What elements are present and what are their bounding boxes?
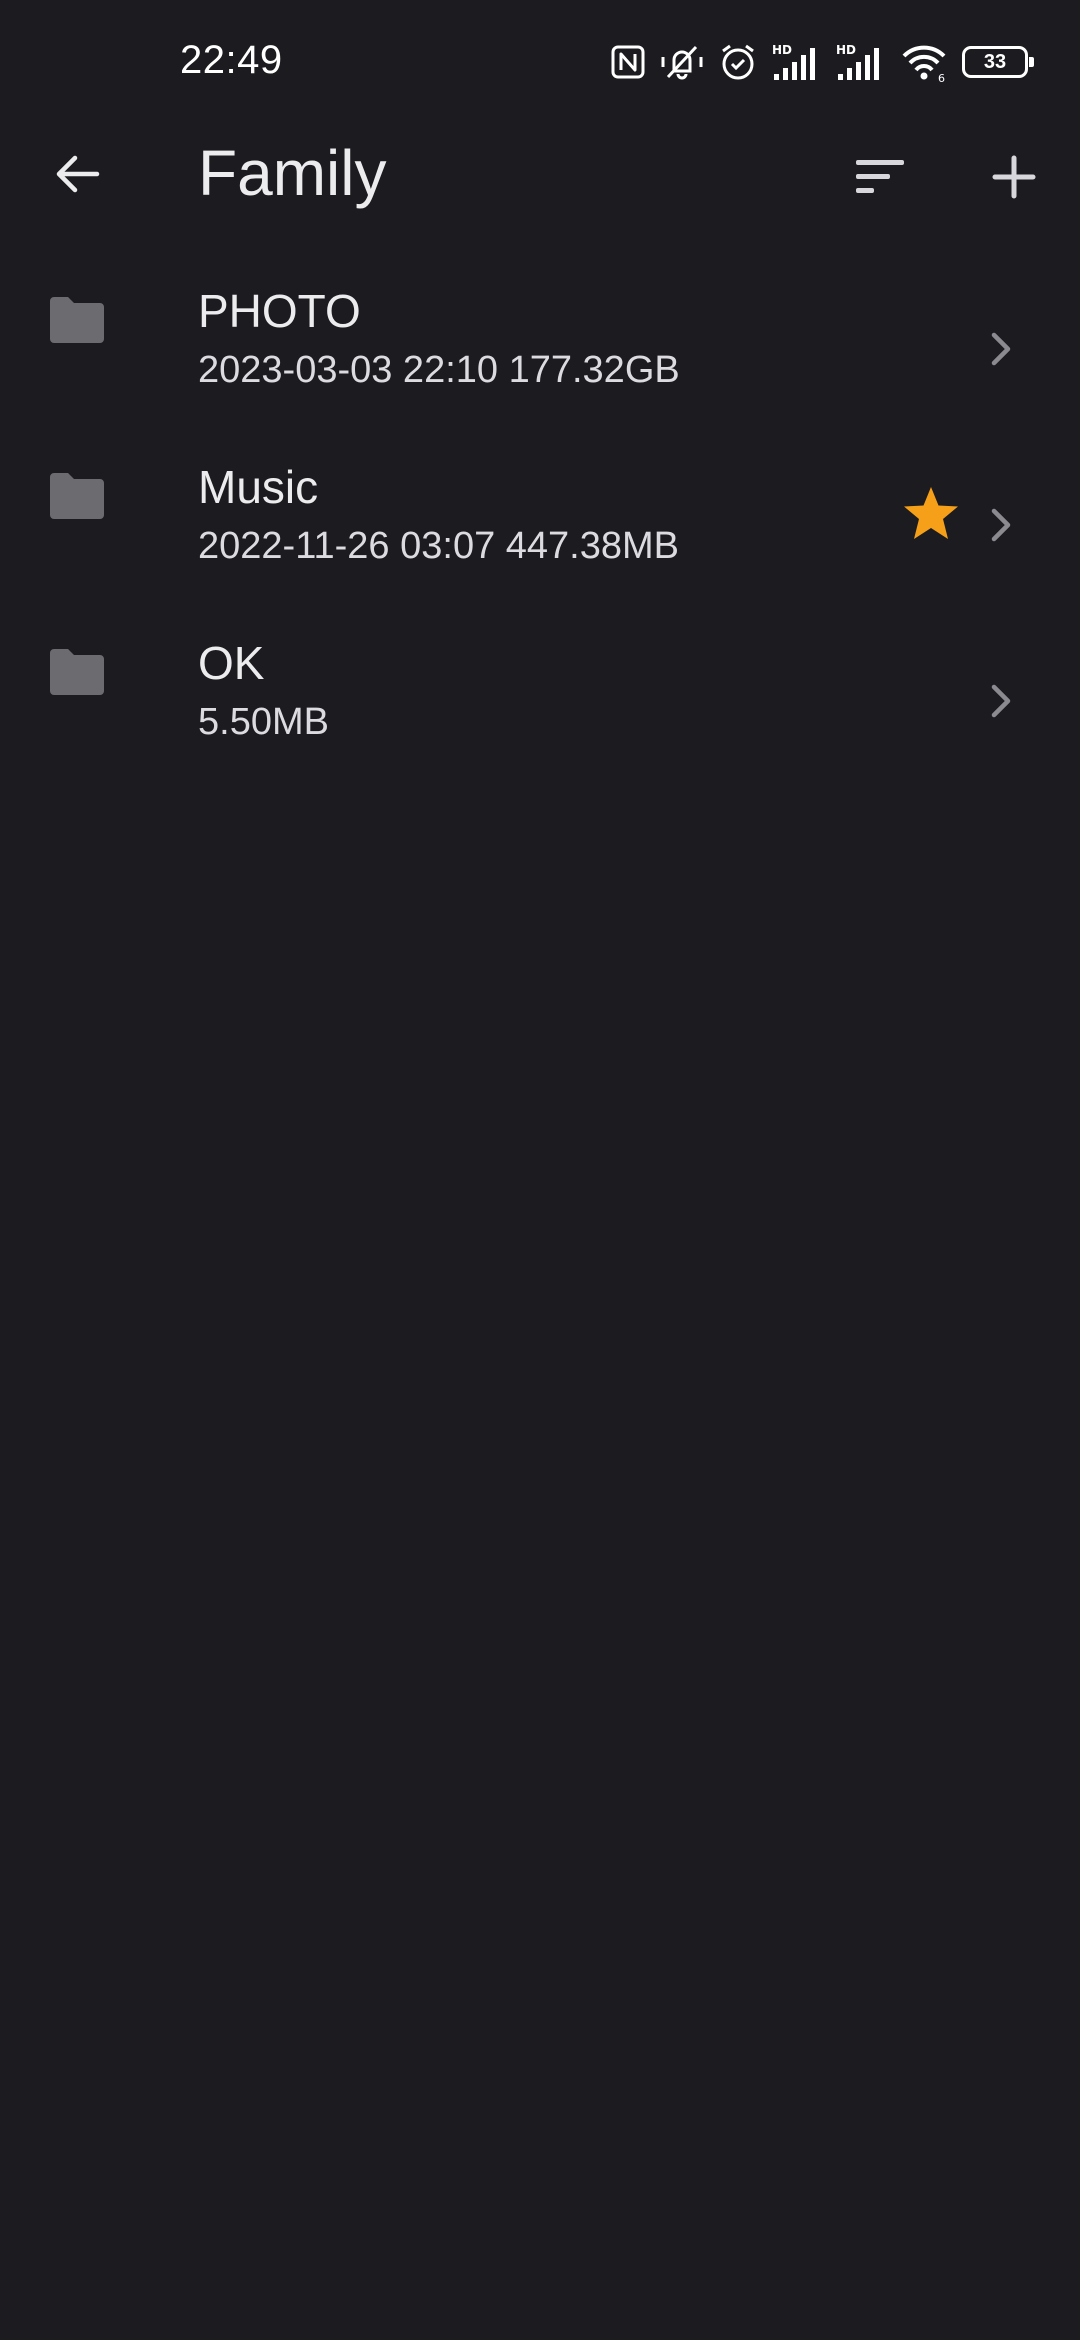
- item-meta: 5.50MB: [198, 701, 329, 743]
- item-name: Music: [198, 461, 319, 513]
- item-meta: 2023-03-03 22:10 177.32GB: [198, 349, 680, 391]
- plus-icon: [992, 155, 1036, 199]
- list-item[interactable]: OK 5.50MB: [0, 617, 1080, 793]
- screen: 22:49 HD HD 6 33 Family PHOTO 2023-03-03…: [0, 0, 1080, 2340]
- folder-icon: [50, 297, 104, 343]
- page-title: Family: [198, 137, 387, 209]
- nfc-icon: [610, 44, 646, 80]
- sort-icon: [856, 160, 904, 193]
- mute-icon: [660, 43, 704, 81]
- item-meta: 2022-11-26 03:07 447.38MB: [198, 525, 679, 567]
- star-icon[interactable]: [902, 485, 960, 541]
- status-bar: 22:49 HD HD 6 33: [0, 0, 1080, 125]
- chevron-right-icon: [991, 332, 1011, 366]
- arrow-left-icon: [56, 155, 100, 193]
- alarm-icon: [718, 42, 758, 82]
- chevron-right-icon: [991, 684, 1011, 718]
- svg-text:HD: HD: [836, 43, 856, 57]
- folder-icon: [50, 649, 104, 695]
- chevron-right-icon: [991, 508, 1011, 542]
- item-name: PHOTO: [198, 285, 361, 337]
- status-time: 22:49: [180, 38, 283, 82]
- add-button[interactable]: [974, 137, 1054, 217]
- battery-icon: 33: [962, 46, 1034, 78]
- sort-button[interactable]: [840, 137, 920, 217]
- file-list: PHOTO 2023-03-03 22:10 177.32GB Music 20…: [0, 265, 1080, 793]
- back-button[interactable]: [38, 135, 116, 213]
- svg-text:6: 6: [938, 72, 945, 82]
- svg-text:HD: HD: [772, 43, 792, 57]
- list-item[interactable]: Music 2022-11-26 03:07 447.38MB: [0, 441, 1080, 617]
- wifi-icon: 6: [900, 42, 948, 82]
- list-item[interactable]: PHOTO 2023-03-03 22:10 177.32GB: [0, 265, 1080, 441]
- item-name: OK: [198, 637, 265, 689]
- folder-icon: [50, 473, 104, 519]
- status-icons: HD HD 6 33: [610, 40, 1034, 84]
- signal-hd-icon: HD: [772, 42, 822, 82]
- signal-hd-icon: HD: [836, 42, 886, 82]
- battery-level: 33: [983, 50, 1007, 73]
